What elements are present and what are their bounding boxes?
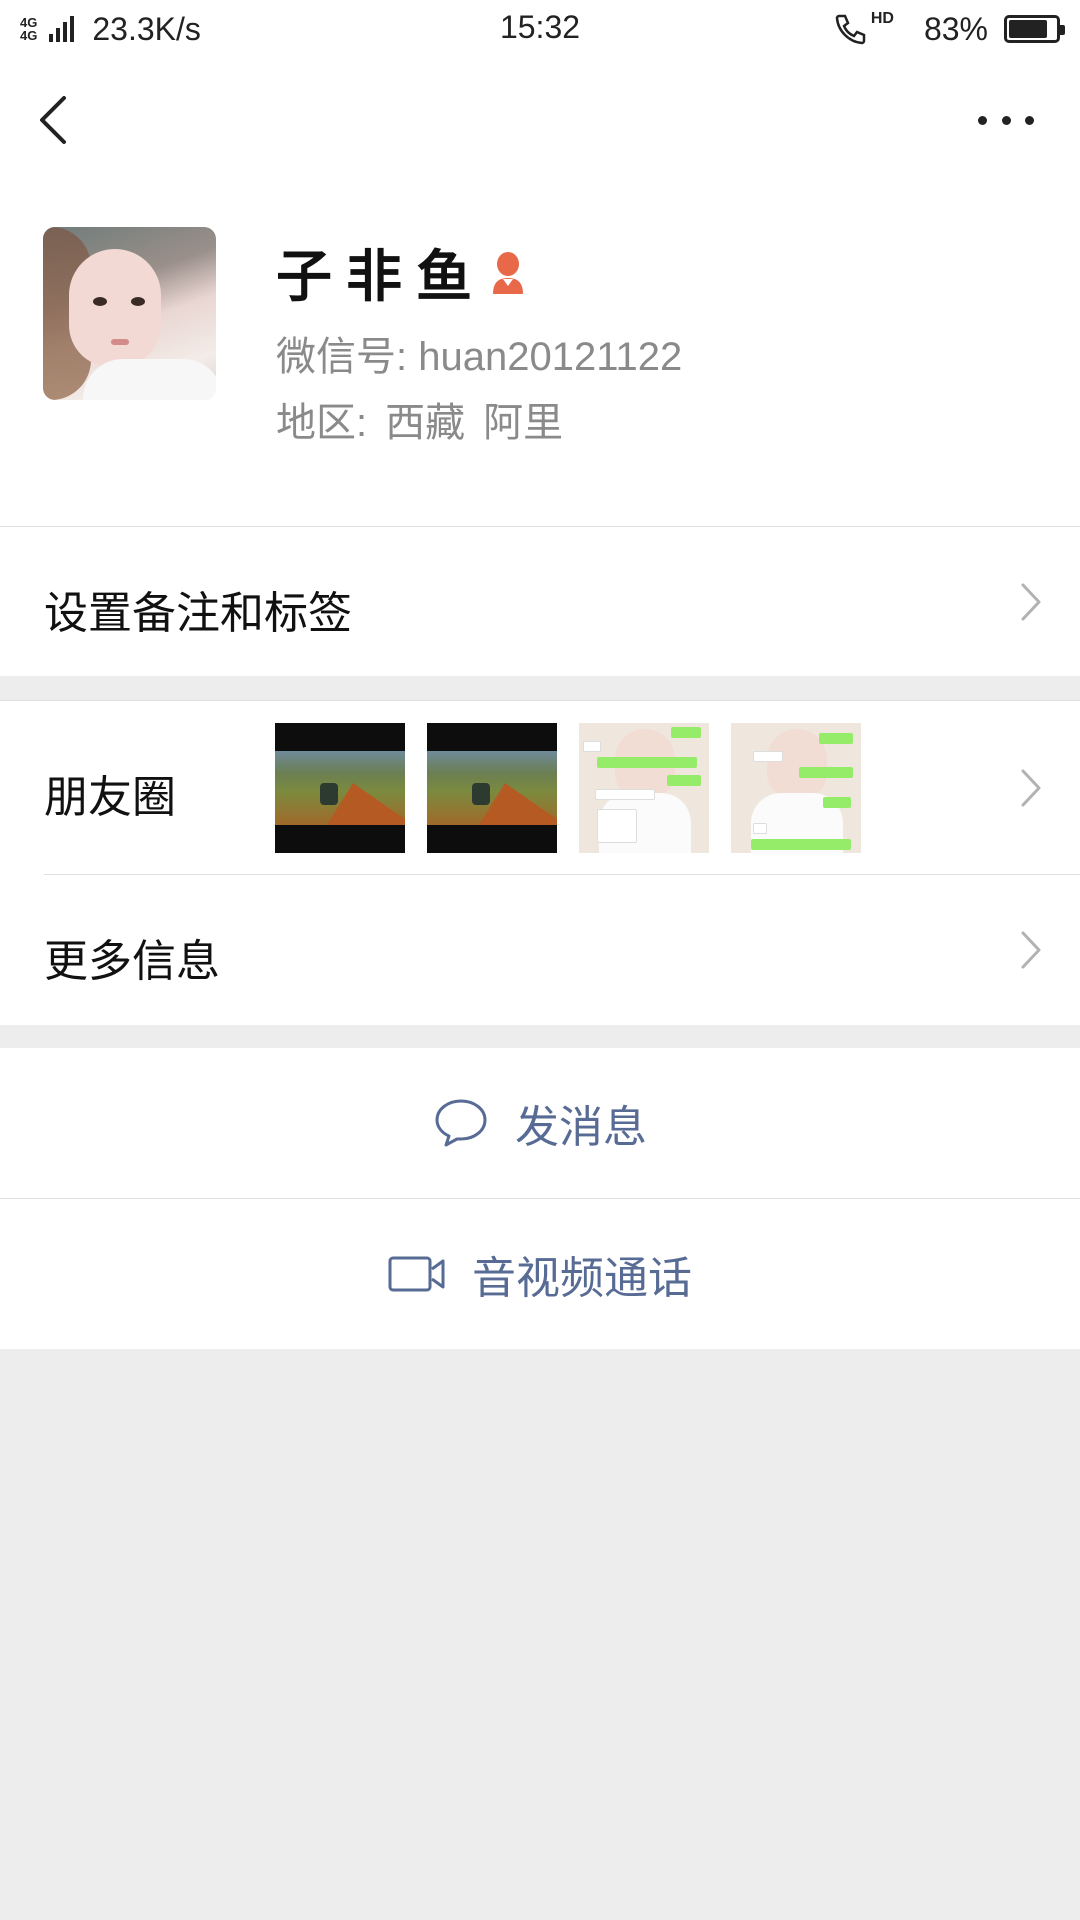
dot (1025, 115, 1034, 125)
hd-call-icon (835, 14, 866, 45)
wechat-id: 微信号: huan20121122 (276, 335, 683, 379)
battery-percent: 83% (923, 10, 988, 47)
network-indicator: 4G 4G (20, 16, 37, 42)
network-speed: 23.3K/s (92, 10, 201, 47)
moments-thumbnail (579, 723, 709, 853)
chevron-left-icon[interactable] (34, 94, 74, 146)
hd-label: HD (870, 10, 894, 27)
send-message-label: 发消息 (515, 1102, 647, 1153)
female-icon (493, 251, 523, 294)
send-message-button[interactable]: 发消息 (0, 1048, 1080, 1198)
chevron-right-icon (1021, 769, 1041, 807)
status-bar: 4G 4G 23.3K/s 15:32 HD 83% (0, 0, 1080, 58)
dot (1001, 115, 1011, 125)
moments-thumbnail (731, 723, 861, 853)
chat-bubble-icon (435, 1099, 487, 1147)
status-left: 4G 4G 23.3K/s (20, 11, 201, 48)
name-row: 子非鱼 (276, 232, 528, 313)
profile-header: 子非鱼 微信号: huan20121122 地区: 西藏 阿里 (0, 182, 1080, 526)
chevron-right-icon (1021, 583, 1041, 621)
battery-fill (1009, 20, 1048, 38)
moments-thumbnail (275, 723, 405, 853)
region: 地区: 西藏 阿里 (276, 390, 563, 448)
remark-and-tags-cell[interactable]: 设置备注和标签 (0, 526, 1080, 676)
divider (44, 874, 1080, 875)
status-right: HD 83% (833, 10, 1065, 48)
video-call-button[interactable]: 音视频通话 (0, 1199, 1080, 1349)
moments-thumbnail (427, 723, 557, 853)
chevron-right-icon (1021, 931, 1041, 969)
moments-cell[interactable]: 朋友圈 (0, 700, 1080, 875)
region-city: 阿里 (483, 401, 564, 445)
region-label: 地区: (276, 401, 368, 445)
moments-label: 朋友圈 (44, 772, 176, 823)
remark-and-tags-label: 设置备注和标签 (44, 588, 352, 639)
moments-thumbnails (275, 723, 861, 853)
avatar[interactable] (43, 227, 216, 400)
more-info-label: 更多信息 (44, 936, 220, 987)
more-dots-icon[interactable] (978, 110, 1034, 130)
nickname: 子非鱼 (276, 245, 486, 310)
region-province: 西藏 (385, 401, 466, 445)
video-camera-icon (388, 1256, 445, 1292)
signal-icon (49, 16, 75, 42)
more-info-cell[interactable]: 更多信息 (0, 875, 1080, 1025)
video-call-label: 音视频通话 (472, 1253, 692, 1304)
battery-icon (1004, 15, 1065, 43)
nav-bar (0, 58, 1080, 182)
dot (978, 115, 987, 125)
network-type-bottom: 4G (20, 28, 38, 43)
divider (0, 1198, 1080, 1199)
